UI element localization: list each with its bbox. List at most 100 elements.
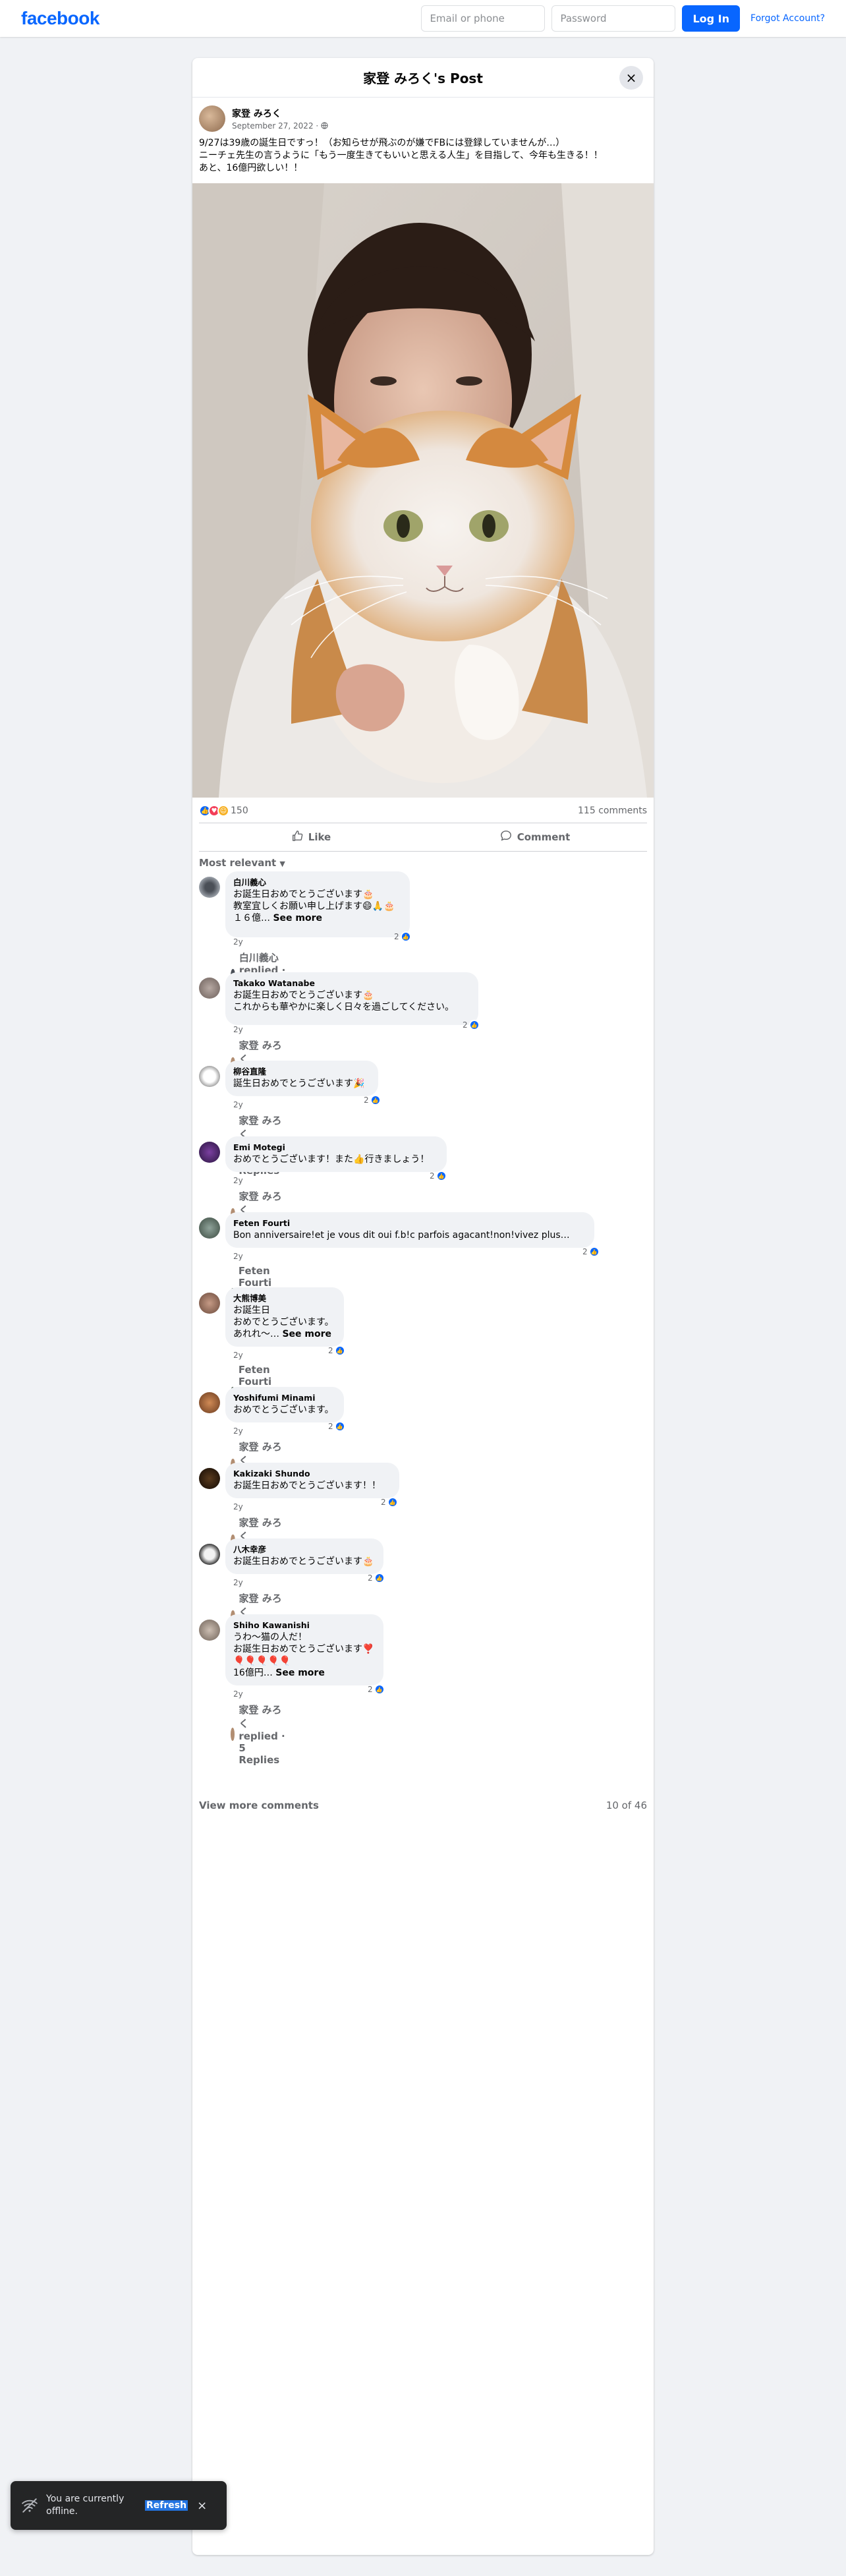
avatar[interactable] <box>199 978 220 999</box>
care-reaction-icon: ☺ <box>217 805 229 817</box>
comment-author[interactable]: 白川義心 <box>233 877 402 889</box>
like-count: 2 <box>364 1096 369 1105</box>
post-date[interactable]: September 27, 2022 · <box>232 121 321 131</box>
post-title: 家登 みろく's Post <box>363 71 483 86</box>
login-button[interactable]: Log In <box>682 5 741 32</box>
comment-text: お誕生日おめでとうございます🎂 <box>233 1556 374 1567</box>
reactions-count[interactable]: 150 <box>231 805 248 816</box>
refresh-button[interactable]: Refresh <box>145 2500 188 2511</box>
avatar[interactable] <box>199 1066 220 1087</box>
comment-author[interactable]: Takako Watanabe <box>233 978 470 989</box>
reaction-icons[interactable]: 👍 ♥ ☺ <box>199 805 229 817</box>
comment-author[interactable]: 八木幸彦 <box>233 1544 376 1556</box>
comment-like-badge[interactable]: 2 👍 <box>394 931 411 942</box>
comment-like-badge[interactable]: 2 👍 <box>430 1171 447 1181</box>
comment-bubble: Feten Fourti Bon anniversaire!et je vous… <box>225 1212 594 1248</box>
comment-author[interactable]: Emi Motegi <box>233 1142 439 1154</box>
comment-time[interactable]: 2y <box>233 937 243 947</box>
like-count: 2 <box>582 1247 588 1256</box>
comment-text: お誕生日おめでとうございます🎂 これからも華やかに楽しく日々を過ごしてください。 <box>233 990 455 1012</box>
avatar[interactable] <box>199 1544 220 1565</box>
comment-sort-dropdown[interactable]: Most relevant ▼ <box>199 857 285 869</box>
like-count: 2 <box>328 1346 333 1355</box>
reactions-bar: 👍 ♥ ☺ 150 115 comments <box>199 803 647 819</box>
see-more-link[interactable]: See more <box>273 913 322 923</box>
comment-author[interactable]: 柳谷直隆 <box>233 1066 370 1078</box>
see-more-link[interactable]: See more <box>282 1329 331 1339</box>
comment-time[interactable]: 2y <box>233 1252 243 1261</box>
like-count: 2 <box>328 1422 333 1431</box>
see-more-link[interactable]: See more <box>275 1668 325 1678</box>
post-dialog: 家登 みろく's Post × 家登 みろく September 27, 202… <box>192 58 654 2555</box>
post-dialog-header: 家登 みろく's Post × <box>192 58 654 98</box>
comment-author[interactable]: 大熊博美 <box>233 1293 336 1304</box>
thumbs-up-icon <box>291 830 303 844</box>
comment-bubble: Kakizaki Shundo お誕生日おめでとうございます！！ <box>225 1463 399 1498</box>
email-field[interactable] <box>421 5 546 32</box>
avatar[interactable] <box>199 1217 220 1239</box>
like-count: 2 <box>381 1498 386 1507</box>
comment-author[interactable]: Shiho Kawanishi <box>233 1620 376 1631</box>
like-label: Like <box>308 831 331 843</box>
close-button[interactable]: × <box>619 66 643 90</box>
comment-time[interactable]: 2y <box>233 1689 243 1699</box>
avatar[interactable] <box>199 1620 220 1641</box>
author-name[interactable]: 家登 みろく <box>232 107 328 120</box>
comment-label: Comment <box>517 831 571 843</box>
comment-text: おめでとうございます！また👍行きましょう！ <box>233 1154 430 1165</box>
comment-text: おめでとうございます。 <box>233 1405 334 1415</box>
avatar[interactable] <box>199 105 225 132</box>
comment-like-badge[interactable]: 2 👍 <box>364 1095 381 1105</box>
comment-button[interactable]: Comment <box>423 823 647 851</box>
avatar[interactable] <box>199 1468 220 1489</box>
comment-like-badge[interactable]: 2 👍 <box>582 1246 600 1257</box>
avatar[interactable] <box>199 877 220 898</box>
like-button[interactable]: Like <box>199 823 423 851</box>
comment-bubble: Emi Motegi おめでとうございます！また👍行きましょう！ <box>225 1136 447 1172</box>
post-author: 家登 みろく September 27, 2022 · <box>192 98 654 132</box>
comment-author[interactable]: Feten Fourti <box>233 1217 586 1229</box>
comment-time[interactable]: 2y <box>233 1025 243 1034</box>
comment-author[interactable]: Kakizaki Shundo <box>233 1468 391 1480</box>
avatar[interactable] <box>199 1293 220 1314</box>
comment-time[interactable]: 2y <box>233 1351 243 1360</box>
close-icon[interactable]: × <box>197 2499 207 2513</box>
comment-like-badge[interactable]: 2 👍 <box>368 1573 385 1583</box>
facebook-logo[interactable]: facebook <box>21 8 99 29</box>
top-nav-bar: facebook Log In Forgot Account? <box>0 0 846 37</box>
comment-bubble: 白川義心 お誕生日おめでとうございます🎂 教室宜しくお願い申し上げます😄🙏🎂 １… <box>225 871 410 937</box>
like-count: 2 <box>430 1171 435 1181</box>
post-meta: September 27, 2022 · <box>232 121 328 131</box>
close-icon: × <box>625 70 637 86</box>
comments-count[interactable]: 115 comments <box>578 805 647 816</box>
no-wifi-icon <box>21 2497 38 2514</box>
view-replies[interactable]: 家登 みろく replied · 5 Replies <box>231 1703 289 1766</box>
like-badge-icon: 👍 <box>400 931 411 942</box>
post-actions: Like Comment <box>199 823 647 852</box>
comment-like-badge[interactable]: 2 👍 <box>381 1497 398 1508</box>
comment-like-badge[interactable]: 2 👍 <box>463 1020 480 1030</box>
comment-bubble: 大熊博美 お誕生日 おめでとうございます。 あれれ〜… See more <box>225 1287 344 1347</box>
like-badge-icon: 👍 <box>370 1095 381 1105</box>
comment-time[interactable]: 2y <box>233 1426 243 1436</box>
reply-avatar <box>231 1728 235 1741</box>
forgot-account-link[interactable]: Forgot Account? <box>750 13 825 24</box>
comment-time[interactable]: 2y <box>233 1578 243 1587</box>
comment-like-badge[interactable]: 2 👍 <box>328 1345 345 1356</box>
comment-time[interactable]: 2y <box>233 1502 243 1511</box>
comment-time[interactable]: 2y <box>233 1100 243 1109</box>
avatar[interactable] <box>199 1392 220 1413</box>
post-photo[interactable] <box>192 183 654 798</box>
avatar[interactable] <box>199 1142 220 1163</box>
password-field[interactable] <box>551 5 676 32</box>
comment-bubble: Yoshifumi Minami おめでとうございます。 <box>225 1387 344 1422</box>
like-badge-icon: 👍 <box>374 1684 385 1695</box>
comment-author[interactable]: Yoshifumi Minami <box>233 1392 336 1404</box>
comment-bubble: Shiho Kawanishi うわ〜猫の人だ！ お誕生日おめでとうございます❣… <box>225 1614 383 1685</box>
view-more-comments-link[interactable]: View more comments <box>199 1800 319 1811</box>
offline-toast: You are currently offline. Refresh × <box>11 2481 227 2530</box>
comment-like-badge[interactable]: 2 👍 <box>328 1421 345 1432</box>
comment-time[interactable]: 2y <box>233 1176 243 1185</box>
comment-bubble: 柳谷直隆 誕生日おめでとうございます🎉 <box>225 1061 378 1096</box>
comment-like-badge[interactable]: 2 👍 <box>368 1684 385 1695</box>
